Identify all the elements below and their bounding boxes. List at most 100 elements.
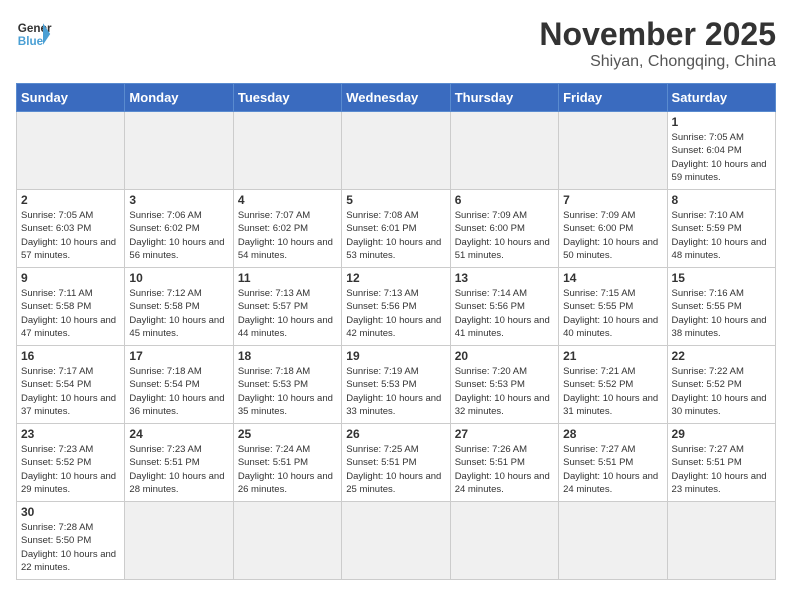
location: Shiyan, Chongqing, China: [539, 53, 776, 71]
sun-info: Sunrise: 7:09 AMSunset: 6:00 PMDaylight:…: [563, 209, 662, 262]
weekday-header-row: SundayMondayTuesdayWednesdayThursdayFrid…: [17, 84, 776, 112]
sun-info: Sunrise: 7:23 AMSunset: 5:51 PMDaylight:…: [129, 443, 228, 496]
day-number: 25: [238, 427, 337, 441]
month-year: November 2025: [539, 16, 776, 53]
day-number: 16: [21, 349, 120, 363]
week-row-2: 2 Sunrise: 7:05 AMSunset: 6:03 PMDaylight…: [17, 190, 776, 268]
day-number: 9: [21, 271, 120, 285]
calendar-cell: 15Sunrise: 7:16 AMSunset: 5:55 PMDayligh…: [667, 268, 775, 346]
day-number: 19: [346, 349, 445, 363]
calendar-cell: 25Sunrise: 7:24 AMSunset: 5:51 PMDayligh…: [233, 424, 341, 502]
sun-info: Sunrise: 7:08 AMSunset: 6:01 PMDaylight:…: [346, 209, 445, 262]
calendar-cell: 13 Sunrise: 7:14 AMSunset: 5:56 PMDayligh…: [450, 268, 558, 346]
weekday-header-monday: Monday: [125, 84, 233, 112]
sun-info: Sunrise: 7:11 AMSunset: 5:58 PMDaylight:…: [21, 287, 120, 340]
day-number: 28: [563, 427, 662, 441]
calendar-cell: [125, 502, 233, 580]
sun-info: Sunrise: 7:27 AMSunset: 5:51 PMDaylight:…: [563, 443, 662, 496]
calendar-cell: 12 Sunrise: 7:13 AMSunset: 5:56 PMDayligh…: [342, 268, 450, 346]
sun-info: Sunrise: 7:05 AMSunset: 6:04 PMDaylight:…: [672, 131, 771, 184]
sun-info: Sunrise: 7:27 AMSunset: 5:51 PMDaylight:…: [672, 443, 771, 496]
day-number: 11: [238, 271, 337, 285]
day-number: 8: [672, 193, 771, 207]
calendar-cell: 22Sunrise: 7:22 AMSunset: 5:52 PMDayligh…: [667, 346, 775, 424]
day-number: 20: [455, 349, 554, 363]
calendar-cell: 18 Sunrise: 7:18 AMSunset: 5:53 PMDayligh…: [233, 346, 341, 424]
day-number: 30: [21, 505, 120, 519]
calendar-cell: 5 Sunrise: 7:08 AMSunset: 6:01 PMDaylight…: [342, 190, 450, 268]
sun-info: Sunrise: 7:28 AMSunset: 5:50 PMDaylight:…: [21, 521, 120, 574]
day-number: 21: [563, 349, 662, 363]
page-header: General Blue November 2025 Shiyan, Chong…: [16, 16, 776, 71]
calendar-cell: [17, 112, 125, 190]
calendar-cell: [342, 112, 450, 190]
sun-info: Sunrise: 7:18 AMSunset: 5:54 PMDaylight:…: [129, 365, 228, 418]
calendar-cell: 4 Sunrise: 7:07 AMSunset: 6:02 PMDaylight…: [233, 190, 341, 268]
calendar-cell: 28 Sunrise: 7:27 AMSunset: 5:51 PMDayligh…: [559, 424, 667, 502]
calendar-cell: [450, 112, 558, 190]
sun-info: Sunrise: 7:05 AMSunset: 6:03 PMDaylight:…: [21, 209, 120, 262]
calendar-cell: 27Sunrise: 7:26 AMSunset: 5:51 PMDayligh…: [450, 424, 558, 502]
day-number: 17: [129, 349, 228, 363]
day-number: 24: [129, 427, 228, 441]
calendar-cell: 14Sunrise: 7:15 AMSunset: 5:55 PMDayligh…: [559, 268, 667, 346]
weekday-header-friday: Friday: [559, 84, 667, 112]
calendar-cell: 21 Sunrise: 7:21 AMSunset: 5:52 PMDayligh…: [559, 346, 667, 424]
calendar-cell: 26 Sunrise: 7:25 AMSunset: 5:51 PMDayligh…: [342, 424, 450, 502]
sun-info: Sunrise: 7:26 AMSunset: 5:51 PMDaylight:…: [455, 443, 554, 496]
week-row-4: 16 Sunrise: 7:17 AMSunset: 5:54 PMDayligh…: [17, 346, 776, 424]
sun-info: Sunrise: 7:21 AMSunset: 5:52 PMDaylight:…: [563, 365, 662, 418]
calendar-cell: 8 Sunrise: 7:10 AMSunset: 5:59 PMDaylight…: [667, 190, 775, 268]
sun-info: Sunrise: 7:17 AMSunset: 5:54 PMDaylight:…: [21, 365, 120, 418]
day-number: 4: [238, 193, 337, 207]
sun-info: Sunrise: 7:13 AMSunset: 5:56 PMDaylight:…: [346, 287, 445, 340]
logo-icon: General Blue: [16, 16, 52, 52]
day-number: 12: [346, 271, 445, 285]
day-number: 2: [21, 193, 120, 207]
calendar-table: SundayMondayTuesdayWednesdayThursdayFrid…: [16, 83, 776, 580]
sun-info: Sunrise: 7:16 AMSunset: 5:55 PMDaylight:…: [672, 287, 771, 340]
logo: General Blue: [16, 16, 52, 52]
calendar-cell: [450, 502, 558, 580]
calendar-cell: [559, 112, 667, 190]
weekday-header-sunday: Sunday: [17, 84, 125, 112]
sun-info: Sunrise: 7:15 AMSunset: 5:55 PMDaylight:…: [563, 287, 662, 340]
day-number: 23: [21, 427, 120, 441]
weekday-header-saturday: Saturday: [667, 84, 775, 112]
day-number: 6: [455, 193, 554, 207]
day-number: 7: [563, 193, 662, 207]
calendar-cell: 3 Sunrise: 7:06 AMSunset: 6:02 PMDaylight…: [125, 190, 233, 268]
sun-info: Sunrise: 7:12 AMSunset: 5:58 PMDaylight:…: [129, 287, 228, 340]
sun-info: Sunrise: 7:25 AMSunset: 5:51 PMDaylight:…: [346, 443, 445, 496]
sun-info: Sunrise: 7:14 AMSunset: 5:56 PMDaylight:…: [455, 287, 554, 340]
svg-text:Blue: Blue: [18, 35, 44, 48]
calendar-cell: 1Sunrise: 7:05 AMSunset: 6:04 PMDaylight…: [667, 112, 775, 190]
sun-info: Sunrise: 7:18 AMSunset: 5:53 PMDaylight:…: [238, 365, 337, 418]
week-row-5: 23 Sunrise: 7:23 AMSunset: 5:52 PMDayligh…: [17, 424, 776, 502]
sun-info: Sunrise: 7:19 AMSunset: 5:53 PMDaylight:…: [346, 365, 445, 418]
sun-info: Sunrise: 7:20 AMSunset: 5:53 PMDaylight:…: [455, 365, 554, 418]
day-number: 26: [346, 427, 445, 441]
day-number: 18: [238, 349, 337, 363]
sun-info: Sunrise: 7:06 AMSunset: 6:02 PMDaylight:…: [129, 209, 228, 262]
week-row-6: 30 Sunrise: 7:28 AMSunset: 5:50 PMDayligh…: [17, 502, 776, 580]
day-number: 13: [455, 271, 554, 285]
calendar-cell: 11 Sunrise: 7:13 AMSunset: 5:57 PMDayligh…: [233, 268, 341, 346]
calendar-cell: [125, 112, 233, 190]
calendar-cell: [559, 502, 667, 580]
sun-info: Sunrise: 7:23 AMSunset: 5:52 PMDaylight:…: [21, 443, 120, 496]
day-number: 10: [129, 271, 228, 285]
calendar-cell: 10 Sunrise: 7:12 AMSunset: 5:58 PMDayligh…: [125, 268, 233, 346]
calendar-cell: 6Sunrise: 7:09 AMSunset: 6:00 PMDaylight…: [450, 190, 558, 268]
calendar-cell: 16 Sunrise: 7:17 AMSunset: 5:54 PMDayligh…: [17, 346, 125, 424]
sun-info: Sunrise: 7:07 AMSunset: 6:02 PMDaylight:…: [238, 209, 337, 262]
calendar-cell: 9 Sunrise: 7:11 AMSunset: 5:58 PMDaylight…: [17, 268, 125, 346]
calendar-cell: 7 Sunrise: 7:09 AMSunset: 6:00 PMDaylight…: [559, 190, 667, 268]
day-number: 5: [346, 193, 445, 207]
sun-info: Sunrise: 7:13 AMSunset: 5:57 PMDaylight:…: [238, 287, 337, 340]
week-row-1: 1Sunrise: 7:05 AMSunset: 6:04 PMDaylight…: [17, 112, 776, 190]
calendar-cell: [233, 502, 341, 580]
sun-info: Sunrise: 7:10 AMSunset: 5:59 PMDaylight:…: [672, 209, 771, 262]
day-number: 3: [129, 193, 228, 207]
calendar-cell: [342, 502, 450, 580]
